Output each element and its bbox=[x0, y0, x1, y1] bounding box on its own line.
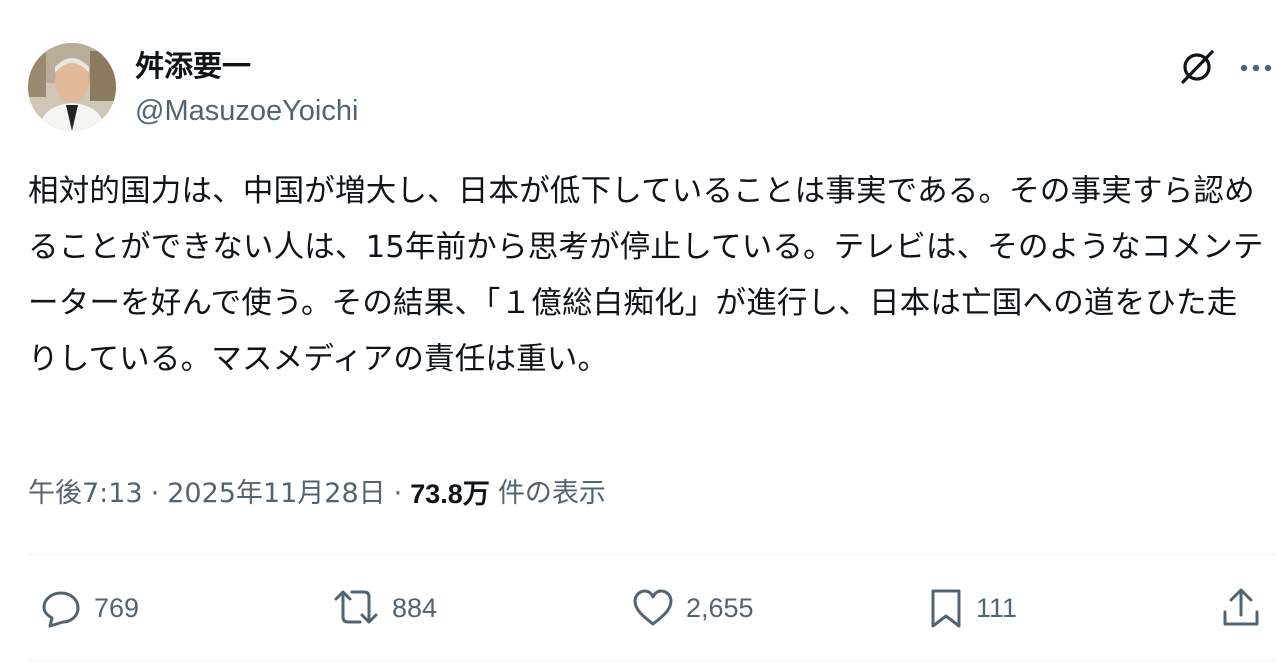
author-name[interactable]: 舛添要一 bbox=[135, 46, 251, 86]
divider bbox=[28, 660, 1276, 661]
bookmark-icon bbox=[931, 589, 961, 628]
repost-icon bbox=[334, 590, 378, 624]
tweet-meta: 午後7:13 · 2025年11月28日 · 73.8万 件の表示 bbox=[28, 472, 606, 516]
bookmark-count: 111 bbox=[976, 592, 1018, 623]
reply-icon bbox=[42, 591, 80, 628]
meta-separator: · bbox=[150, 478, 160, 509]
more-button[interactable] bbox=[1236, 48, 1276, 88]
share-button[interactable] bbox=[1218, 580, 1264, 636]
heart-icon bbox=[633, 589, 673, 626]
tweet-time[interactable]: 午後7:13 bbox=[28, 472, 143, 516]
repost-count: 884 bbox=[392, 592, 438, 623]
divider bbox=[28, 554, 1276, 555]
tweet-date[interactable]: 2025年11月28日 bbox=[167, 472, 385, 516]
bookmark-button[interactable]: 111 bbox=[926, 580, 1017, 636]
like-count: 2,655 bbox=[686, 592, 754, 623]
reply-count: 769 bbox=[94, 592, 140, 623]
avatar[interactable] bbox=[28, 43, 116, 131]
tweet-text: 相対的国力は、中国が増大し、日本が低下していることは事実である。その事実すら認め… bbox=[28, 174, 1264, 377]
like-button[interactable]: 2,655 bbox=[630, 580, 754, 636]
grok-button[interactable] bbox=[1174, 44, 1220, 90]
view-count-label: 件の表示 bbox=[497, 478, 606, 509]
action-bar: 769 884 2,655 111 bbox=[0, 580, 1284, 636]
view-count: 73.8万 bbox=[410, 479, 490, 509]
meta-separator: · bbox=[393, 478, 403, 509]
repost-button[interactable]: 884 bbox=[330, 580, 437, 636]
share-icon bbox=[1223, 588, 1259, 626]
more-icon bbox=[1240, 64, 1272, 72]
avatar-image bbox=[28, 43, 116, 131]
grok-icon bbox=[1181, 50, 1214, 84]
author-handle[interactable]: @MasuzoeYoichi bbox=[135, 92, 358, 130]
reply-button[interactable]: 769 bbox=[38, 580, 139, 636]
